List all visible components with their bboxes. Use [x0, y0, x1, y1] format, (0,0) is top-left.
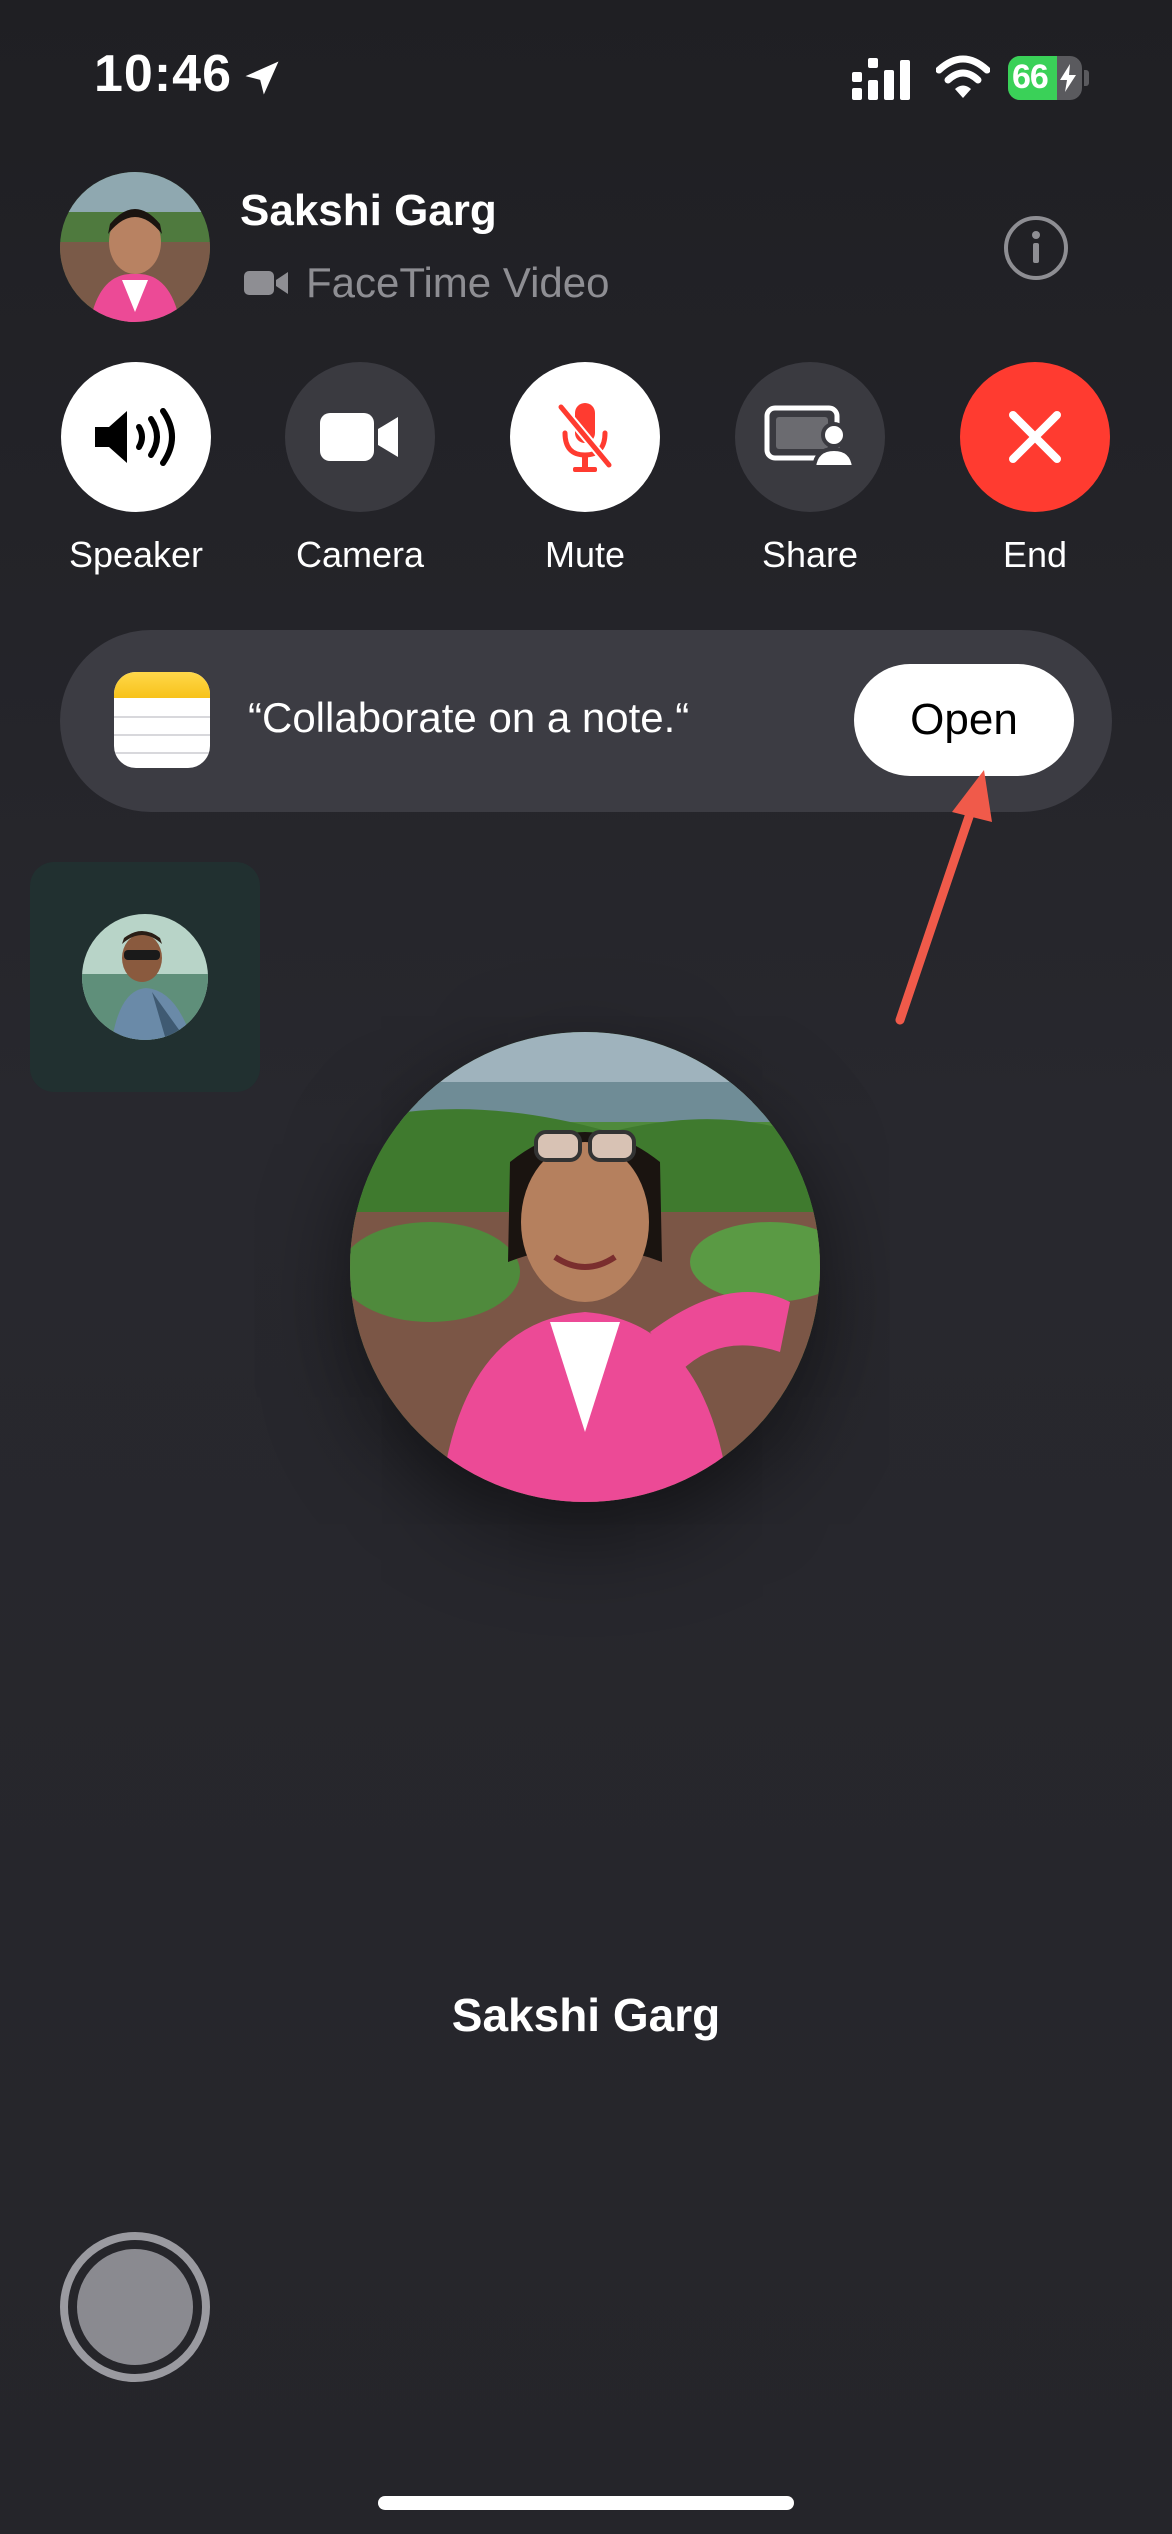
status-bar: 10:46 66 — [0, 0, 1172, 140]
close-icon — [1009, 411, 1061, 463]
camera-control[interactable]: Camera — [260, 362, 460, 582]
mute-label: Mute — [544, 534, 626, 575]
cellular-signal-icon — [852, 58, 910, 100]
camera-icon — [320, 413, 398, 461]
end-call-button[interactable] — [960, 362, 1110, 512]
mute-control[interactable]: Mute — [485, 362, 685, 582]
mute-button[interactable] — [510, 362, 660, 512]
camera-button[interactable] — [285, 362, 435, 512]
camera-label: Camera — [295, 534, 425, 575]
video-camera-icon — [244, 271, 288, 295]
notes-icon — [114, 672, 210, 768]
call-type: FaceTime Video — [244, 258, 609, 308]
caller-name: Sakshi Garg — [240, 186, 497, 235]
self-view-tile[interactable] — [30, 862, 260, 1092]
info-icon — [1032, 231, 1040, 263]
share-label: Share — [761, 534, 859, 575]
status-time: 10:46 — [94, 45, 232, 103]
home-indicator[interactable] — [378, 2496, 794, 2510]
share-control[interactable]: Share — [710, 362, 910, 582]
caller-avatar[interactable] — [60, 172, 210, 322]
charging-bolt-icon — [1060, 64, 1076, 92]
call-controls: Speaker Camera Mute Share End — [0, 362, 1172, 582]
banner-message: “Collaborate on a note.“ — [248, 694, 690, 741]
battery-level: 66 — [1012, 58, 1049, 96]
annotation-arrow — [895, 770, 992, 1025]
call-type-label: FaceTime Video — [306, 259, 610, 306]
location-arrow-icon — [245, 61, 279, 95]
end-control[interactable]: End — [935, 362, 1135, 582]
info-button[interactable] — [1004, 216, 1068, 280]
speaker-label: Speaker — [68, 534, 204, 575]
speaker-control[interactable]: Speaker — [36, 362, 236, 582]
wifi-icon — [936, 55, 990, 98]
speaker-icon — [95, 408, 175, 466]
end-label: End — [1002, 534, 1068, 575]
facetime-call-screen: 10:46 66 Sakshi Garg FaceTime Video Spea… — [0, 0, 1172, 2534]
screen-share-icon — [764, 405, 856, 469]
mic-muted-icon — [556, 402, 614, 472]
remote-participant-name: Sakshi Garg — [451, 1989, 721, 2041]
battery-indicator: 66 — [1008, 56, 1089, 100]
share-button[interactable] — [735, 362, 885, 512]
remote-participant-avatar[interactable] — [350, 1032, 820, 1502]
self-avatar — [82, 914, 208, 1040]
live-photo-shutter-button[interactable] — [60, 2232, 210, 2382]
speaker-button[interactable] — [61, 362, 211, 512]
